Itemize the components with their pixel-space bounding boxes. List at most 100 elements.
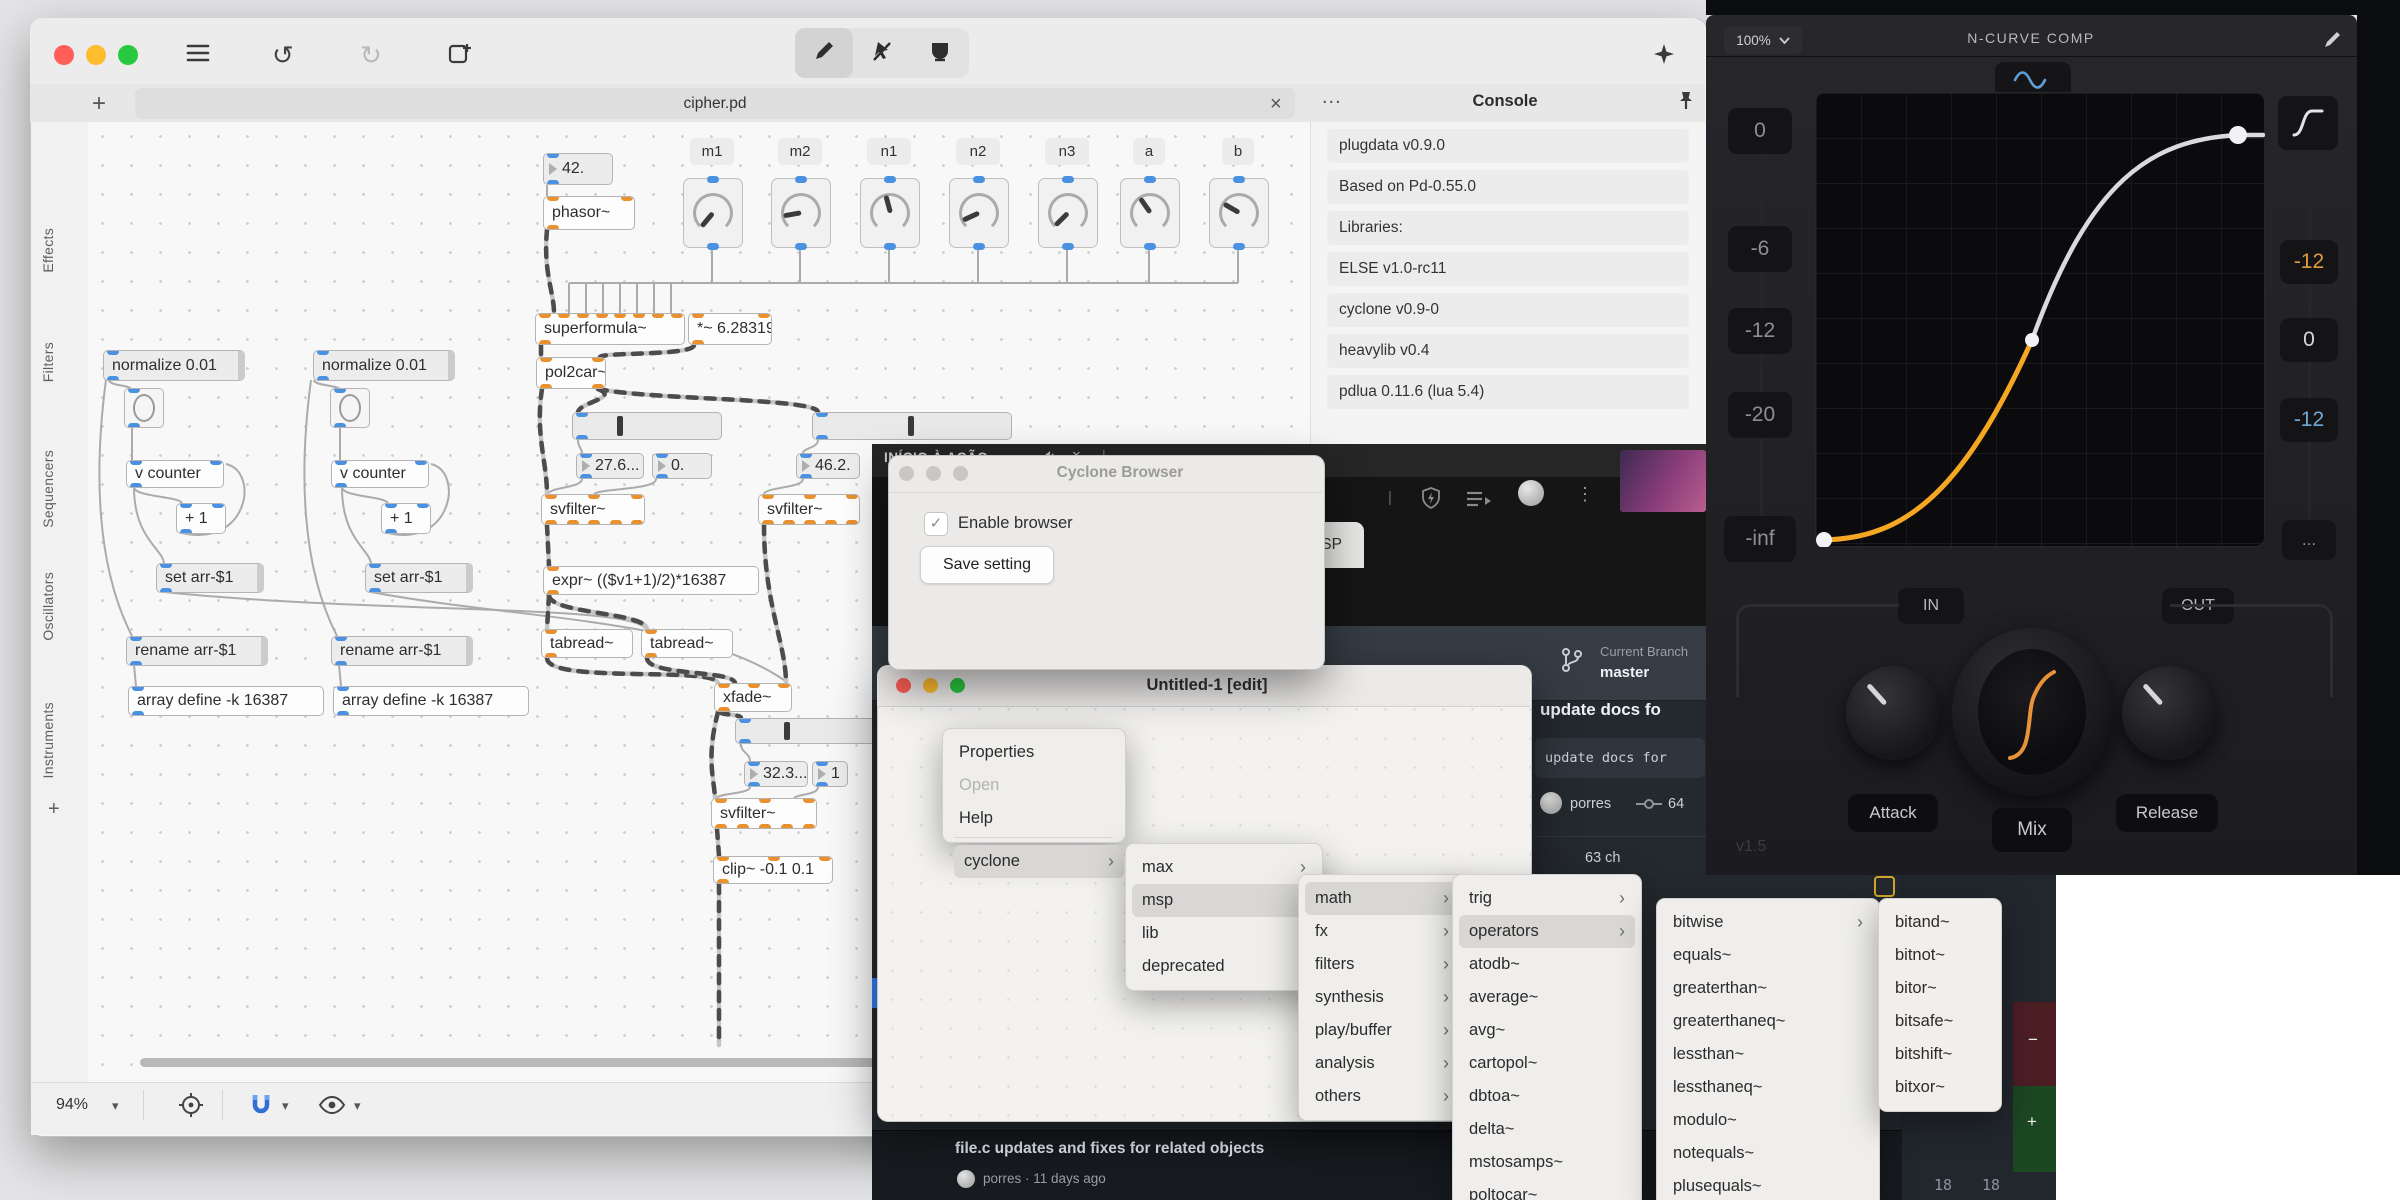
inlet-port[interactable] bbox=[210, 460, 222, 465]
outlet-port[interactable] bbox=[1062, 243, 1074, 250]
menu-item[interactable]: others› bbox=[1299, 1080, 1465, 1113]
outlet-port[interactable] bbox=[816, 435, 828, 440]
inlet-port[interactable] bbox=[540, 357, 552, 362]
main-menu-button[interactable] bbox=[185, 41, 211, 70]
inlet-port[interactable] bbox=[633, 313, 645, 318]
inlet-port[interactable] bbox=[588, 494, 600, 499]
menu-item[interactable]: synthesis› bbox=[1299, 981, 1465, 1014]
outlet-port[interactable] bbox=[692, 340, 704, 345]
kebab-menu-icon[interactable]: ⋮ bbox=[1576, 484, 1594, 505]
patch-message[interactable]: normalize 0.01 bbox=[313, 350, 455, 381]
outlet-port[interactable] bbox=[547, 225, 559, 230]
menu-item[interactable]: trig› bbox=[1453, 882, 1641, 915]
outlet-port[interactable] bbox=[1233, 243, 1245, 250]
patch-num[interactable]: 46.2. bbox=[796, 453, 860, 479]
menu-item[interactable]: dbtoa~ bbox=[1453, 1080, 1641, 1113]
inlet-port[interactable] bbox=[558, 313, 570, 318]
inlet-port[interactable] bbox=[614, 313, 626, 318]
outlet-port[interactable] bbox=[337, 711, 349, 716]
menu-item[interactable]: bitxor~ bbox=[1879, 1071, 2001, 1104]
inlet-port[interactable] bbox=[631, 494, 643, 499]
inlet-port[interactable] bbox=[846, 494, 858, 499]
add-object-icon[interactable] bbox=[446, 40, 474, 73]
menu-item[interactable]: plusequals~ bbox=[1657, 1170, 1879, 1200]
outlet-port[interactable] bbox=[107, 376, 119, 381]
menu-item[interactable]: Properties bbox=[943, 736, 1125, 769]
outlet-port[interactable] bbox=[631, 520, 643, 525]
inlet-port[interactable] bbox=[580, 453, 592, 458]
inlet-port[interactable] bbox=[718, 683, 730, 688]
menu-item[interactable]: modulo~ bbox=[1657, 1104, 1879, 1137]
patch-object[interactable]: tabread~ bbox=[541, 629, 633, 658]
enable-browser-checkbox[interactable]: ✓ bbox=[924, 512, 948, 536]
zoom-level[interactable]: 94% bbox=[56, 1096, 88, 1114]
inlet-port[interactable] bbox=[973, 176, 985, 183]
menu-item[interactable]: lessthaneq~ bbox=[1657, 1071, 1879, 1104]
changed-files-count[interactable]: 63 ch bbox=[1585, 850, 1620, 866]
outlet-port[interactable] bbox=[748, 782, 760, 787]
inlet-port[interactable] bbox=[337, 686, 349, 691]
zoom-window-button[interactable] bbox=[118, 45, 138, 65]
outlet-port[interactable] bbox=[825, 520, 837, 525]
presentation-mode-button[interactable] bbox=[911, 28, 969, 78]
center-view-icon[interactable] bbox=[178, 1092, 204, 1123]
outlet-port[interactable] bbox=[335, 661, 347, 666]
inlet-port[interactable] bbox=[334, 388, 346, 393]
sidebar-item-filters[interactable]: Filters bbox=[40, 342, 56, 382]
inlet-port[interactable] bbox=[1233, 176, 1245, 183]
outlet-port[interactable] bbox=[335, 483, 347, 488]
release-knob[interactable] bbox=[2122, 666, 2216, 760]
knob-m1[interactable] bbox=[683, 178, 743, 248]
outlet-port[interactable] bbox=[973, 243, 985, 250]
tab-cipher-pd[interactable]: cipher.pd bbox=[135, 88, 1295, 119]
outlet-port[interactable] bbox=[800, 474, 812, 479]
inlet-port[interactable] bbox=[759, 798, 771, 803]
outlet-port[interactable] bbox=[707, 243, 719, 250]
menu-item[interactable]: greaterthaneq~ bbox=[1657, 1005, 1879, 1038]
inlet-port[interactable] bbox=[415, 460, 427, 465]
outlet-port[interactable] bbox=[567, 520, 579, 525]
inlet-port[interactable] bbox=[385, 503, 397, 508]
inlet-port[interactable] bbox=[576, 412, 588, 417]
menu-item-cyclone[interactable]: cyclone › bbox=[954, 845, 1124, 878]
patch-slider[interactable] bbox=[812, 412, 1012, 440]
sidebar-add-button[interactable]: + bbox=[48, 798, 60, 821]
outlet-port[interactable] bbox=[588, 520, 600, 525]
inlet-port[interactable] bbox=[707, 176, 719, 183]
menu-item[interactable]: math› bbox=[1305, 882, 1459, 915]
inlet-port[interactable] bbox=[816, 761, 828, 766]
outlet-port[interactable] bbox=[884, 243, 896, 250]
patch-object[interactable]: tabread~ bbox=[641, 629, 733, 658]
menu-item[interactable]: notequals~ bbox=[1657, 1137, 1879, 1170]
patch-object[interactable]: v counter bbox=[331, 460, 429, 488]
close-window-button[interactable] bbox=[54, 45, 74, 65]
patch-object[interactable]: xfade~ bbox=[714, 683, 792, 712]
zoom-caret-icon[interactable]: ▾ bbox=[112, 1098, 119, 1114]
dialog-close-button[interactable] bbox=[899, 466, 914, 481]
menu-item[interactable]: average~ bbox=[1453, 981, 1641, 1014]
inlet-port[interactable] bbox=[132, 686, 144, 691]
knob-m2[interactable] bbox=[771, 178, 831, 248]
menu-item[interactable]: avg~ bbox=[1453, 1014, 1641, 1047]
inlet-port[interactable] bbox=[596, 313, 608, 318]
outlet-port[interactable] bbox=[580, 474, 592, 479]
outlet-port[interactable] bbox=[385, 529, 397, 534]
console-overflow-button[interactable]: ... bbox=[1322, 86, 1342, 109]
inlet-port[interactable] bbox=[128, 388, 140, 393]
undo-icon[interactable]: ↺ bbox=[272, 40, 294, 71]
patch-object[interactable]: clip~ -0.1 0.1 bbox=[713, 856, 833, 884]
inlet-port[interactable] bbox=[577, 313, 589, 318]
outlet-port[interactable] bbox=[718, 707, 730, 712]
inlet-port[interactable] bbox=[652, 313, 664, 318]
patch-object[interactable]: array define -k 16387 bbox=[128, 686, 324, 716]
output-value[interactable]: -12 bbox=[2280, 240, 2338, 284]
inlet-port[interactable] bbox=[547, 153, 559, 158]
inlet-port[interactable] bbox=[107, 350, 119, 355]
patch-object[interactable]: svfilter~ bbox=[541, 494, 645, 525]
inlet-port[interactable] bbox=[335, 460, 347, 465]
account-avatar[interactable] bbox=[1518, 480, 1544, 506]
patch-object[interactable]: + 1 bbox=[381, 503, 431, 534]
outlet-port[interactable] bbox=[804, 520, 816, 525]
inlet-port[interactable] bbox=[819, 856, 831, 861]
menu-item[interactable]: lib› bbox=[1126, 917, 1322, 950]
